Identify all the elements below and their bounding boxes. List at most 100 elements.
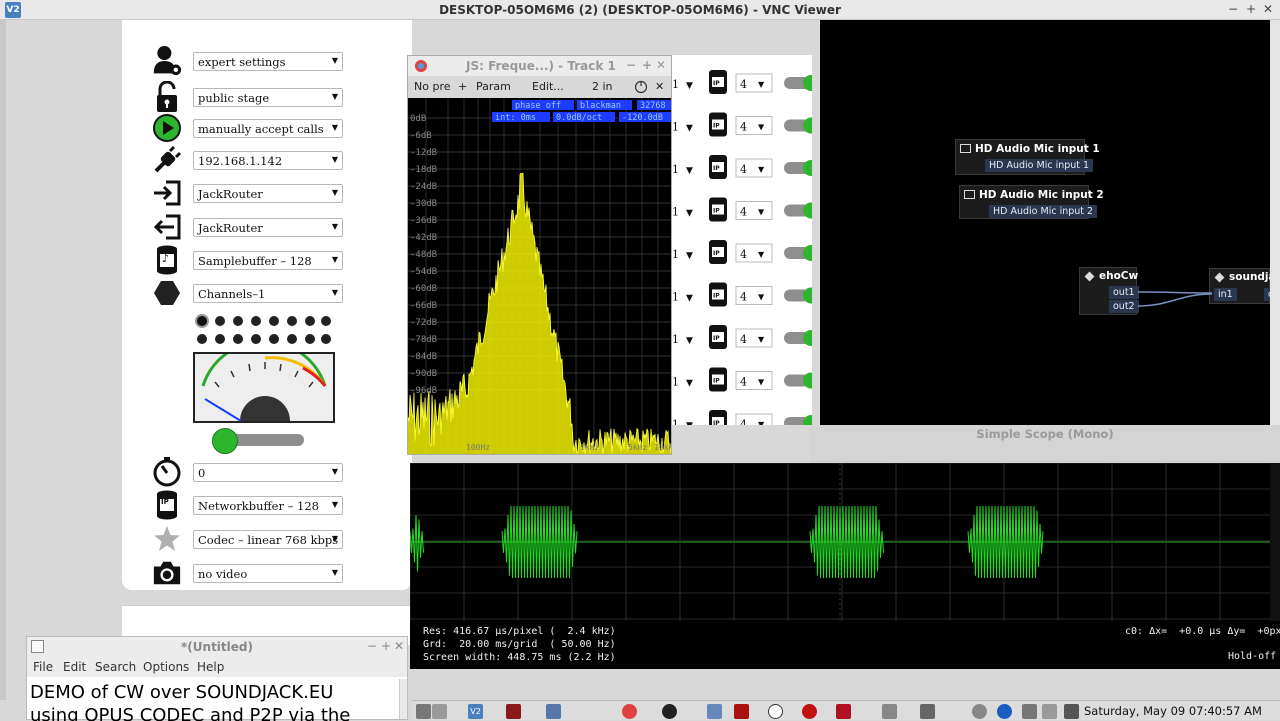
task-app-icon[interactable]	[920, 704, 935, 719]
node-port[interactable]: HD Audio Mic input 1	[985, 159, 1094, 172]
task-app-icon[interactable]	[432, 704, 447, 719]
analyzer-setting-label[interactable]: -120.0dB	[622, 113, 663, 123]
channel-dot[interactable]	[287, 316, 297, 326]
analyzer-setting-label[interactable]: int: 0ms	[495, 113, 536, 123]
jsfreq-minimize-button[interactable]: −	[626, 58, 636, 72]
node-hd-audio-mic-2[interactable]: HD Audio Mic input 2 HD Audio Mic input …	[959, 185, 1104, 219]
node-port-out1[interactable]: out1	[1109, 286, 1139, 299]
task-app-icon[interactable]	[768, 704, 783, 719]
input-device-select[interactable]: JackRouter ▼	[193, 184, 343, 203]
editor-text-area[interactable]: DEMO of CW over SOUNDJACK.EU using OPUS …	[30, 681, 398, 721]
channel-dot[interactable]	[197, 334, 207, 344]
node-port-out2[interactable]: out2	[1109, 300, 1139, 313]
editor-maximize-button[interactable]: +	[381, 639, 391, 653]
io-button[interactable]: 2 in	[592, 80, 613, 93]
analyzer-setting-label[interactable]: phase off	[515, 101, 561, 111]
channel-dot[interactable]	[233, 334, 243, 344]
menu-edit[interactable]: Edit	[63, 660, 86, 674]
channel-dot[interactable]	[215, 316, 225, 326]
volume-icon[interactable]	[1064, 704, 1079, 719]
channel-arrow[interactable]: ▼	[686, 421, 693, 431]
task-app-icon[interactable]	[662, 704, 677, 719]
bluetooth-icon[interactable]	[972, 704, 987, 719]
channel-dot[interactable]	[321, 316, 331, 326]
tray-icon[interactable]	[1042, 704, 1057, 719]
browser-icon[interactable]	[622, 704, 637, 719]
channel-arrow[interactable]: ▼	[686, 379, 693, 389]
jsfreq-close-button[interactable]: ✕	[656, 58, 666, 72]
channel-arrow[interactable]: ▼	[686, 251, 693, 261]
channel-dot[interactable]	[287, 334, 297, 344]
edit-button[interactable]: Edit...	[532, 80, 564, 93]
scope-info-panel: Res: 416.67 µs/pixel ( 2.4 kHz) Grd: 20.…	[410, 621, 1280, 669]
scope-hold-off[interactable]: Hold-off	[1228, 651, 1276, 662]
channel-arrow[interactable]: ▼	[686, 209, 693, 219]
channel-dot[interactable]	[197, 316, 207, 326]
add-preset-button[interactable]: +	[458, 80, 467, 93]
param-button[interactable]: Param	[476, 80, 511, 93]
node-port[interactable]: HD Audio Mic input 2	[989, 205, 1098, 218]
channel-slider-knob[interactable]	[803, 415, 819, 431]
jsfreq-maximize-button[interactable]: +	[642, 58, 652, 72]
delay-select[interactable]: 0 ▼	[193, 463, 343, 482]
editor-minimize-button[interactable]: −	[367, 639, 377, 653]
samplebuffer-select[interactable]: Samplebuffer – 128 ▼	[193, 251, 343, 270]
channel-dot[interactable]	[251, 316, 261, 326]
calls-select[interactable]: manually accept calls ▼	[193, 119, 343, 138]
vnc-task-icon[interactable]: V2	[468, 704, 483, 719]
network-icon[interactable]	[1022, 704, 1037, 719]
vnc-close-button[interactable]: ✕	[1263, 2, 1273, 16]
channel-arrow[interactable]: ▼	[686, 81, 693, 91]
gain-slider-knob[interactable]	[212, 428, 238, 454]
channel-arrow[interactable]: ▼	[686, 336, 693, 346]
channel-dot[interactable]	[233, 316, 243, 326]
hp-icon[interactable]	[997, 704, 1012, 719]
networkbuffer-select[interactable]: Networkbuffer – 128 ▼	[193, 496, 343, 515]
task-app-icon[interactable]	[546, 704, 561, 719]
channel-dot[interactable]	[215, 334, 225, 344]
node-soundjack[interactable]: soundja in1 o	[1209, 268, 1278, 304]
task-app-icon[interactable]	[416, 704, 431, 719]
menu-help[interactable]: Help	[197, 660, 224, 674]
channel-arrow[interactable]: ▼	[686, 294, 693, 304]
task-app-icon[interactable]	[836, 704, 851, 719]
node-hd-audio-mic-1[interactable]: HD Audio Mic input 1 HD Audio Mic input …	[955, 139, 1100, 175]
task-app-icon[interactable]	[707, 704, 722, 719]
analyzer-setting-label[interactable]: 0.0dB/oct	[556, 113, 602, 123]
editor-close-button[interactable]: ✕	[394, 639, 404, 653]
channel-arrow[interactable]: ▼	[686, 124, 693, 134]
codec-select[interactable]: Codec – linear 768 kbps ▼	[193, 530, 343, 549]
ip-select[interactable]: 192.168.1.142 ▼	[193, 151, 343, 170]
record-icon[interactable]	[802, 704, 817, 719]
editor-scrollbar[interactable]	[399, 679, 407, 719]
vnc-minimize-button[interactable]: −	[1228, 2, 1238, 16]
output-device-select[interactable]: JackRouter ▼	[193, 218, 343, 237]
preset-select[interactable]: No pre	[414, 80, 451, 93]
channels-select[interactable]: Channels–1 ▼	[193, 284, 343, 303]
channel-dot[interactable]	[269, 334, 279, 344]
jsfreq-tool-close-button[interactable]: ✕	[655, 80, 664, 93]
channel-dot[interactable]	[305, 316, 315, 326]
task-app-icon[interactable]	[734, 704, 749, 719]
channel-dot[interactable]	[321, 334, 331, 344]
channel-arrow[interactable]: ▼	[686, 166, 693, 176]
bypass-icon[interactable]	[634, 80, 648, 94]
db-tick-label: -90dB	[410, 369, 437, 379]
analyzer-setting-label[interactable]: 32768	[640, 101, 666, 111]
stage-select[interactable]: public stage ▼	[193, 88, 343, 107]
menu-file[interactable]: File	[33, 660, 53, 674]
channel-dot[interactable]	[251, 334, 261, 344]
menu-options[interactable]: Options	[143, 660, 189, 674]
video-select[interactable]: no video ▼	[193, 564, 343, 583]
vnc-maximize-button[interactable]: +	[1246, 2, 1256, 16]
node-ehocw[interactable]: ehoCw out1 out2	[1079, 267, 1139, 315]
node-port-in1[interactable]: in1	[1214, 288, 1237, 301]
menu-search[interactable]: Search	[95, 660, 136, 674]
channel-dot[interactable]	[305, 334, 315, 344]
mode-select[interactable]: expert settings ▼	[193, 52, 343, 71]
task-app-icon[interactable]	[506, 704, 521, 719]
patchbay-scrollbar[interactable]	[1270, 20, 1280, 425]
channel-dot[interactable]	[269, 316, 279, 326]
analyzer-setting-label[interactable]: blackman	[580, 101, 621, 111]
task-app-icon[interactable]	[882, 704, 897, 719]
